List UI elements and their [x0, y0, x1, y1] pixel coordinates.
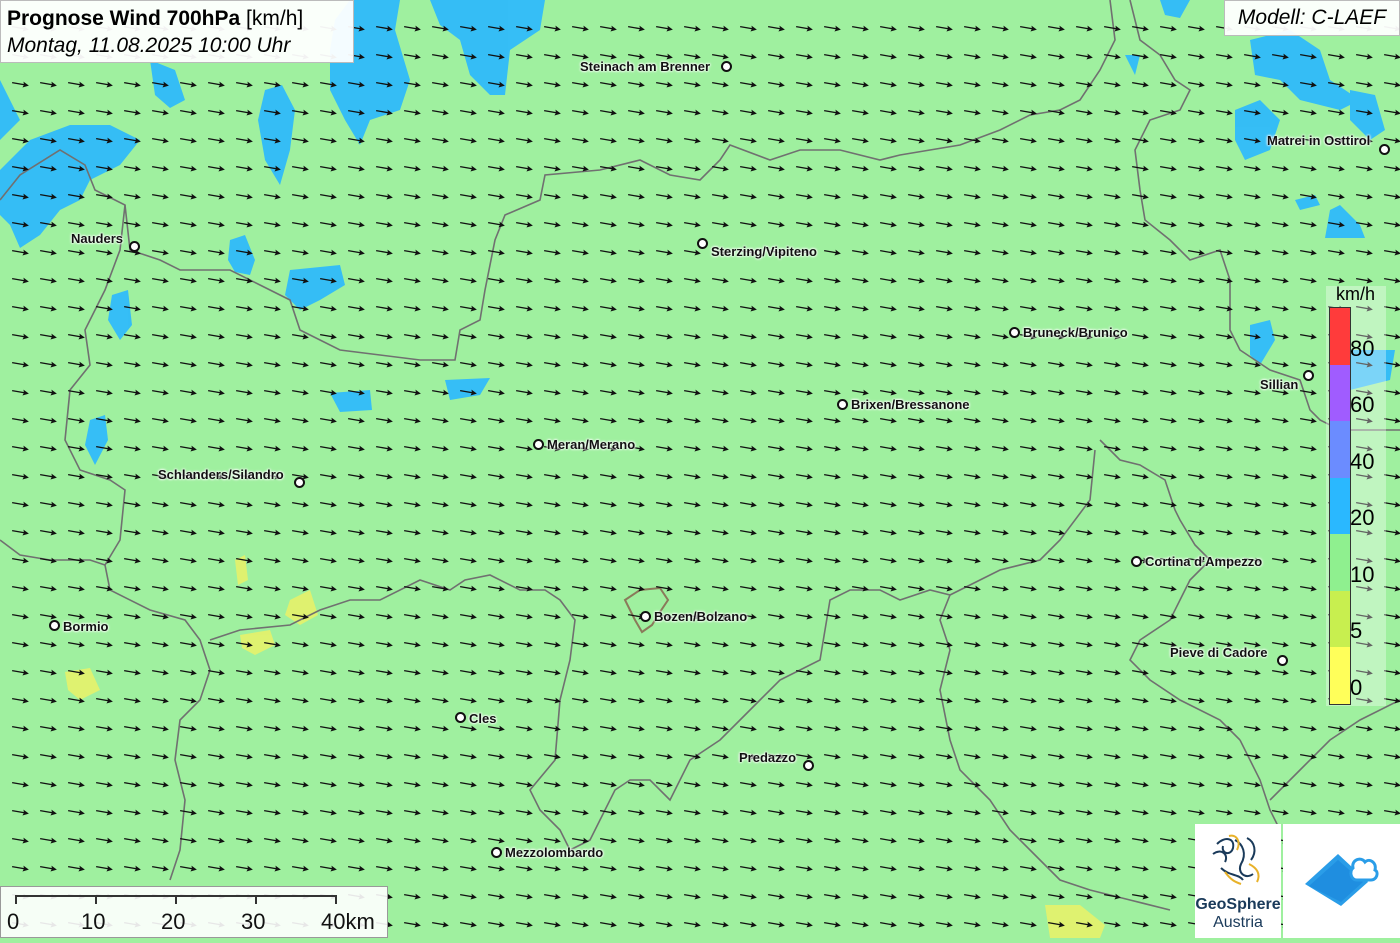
legend-swatch [1330, 534, 1350, 591]
city-marker[interactable] [1131, 556, 1142, 567]
city-marker[interactable] [640, 611, 651, 622]
city-marker[interactable] [721, 61, 732, 72]
scale-tick [175, 895, 177, 904]
legend-label: 60 [1350, 392, 1375, 417]
city-marker[interactable] [49, 620, 60, 631]
city-label: Bruneck/Brunico [1023, 325, 1128, 340]
city-label: Cles [469, 711, 497, 726]
scale-label: 20 [161, 909, 186, 934]
city-label: Sterzing/Vipiteno [711, 244, 817, 259]
city-marker[interactable] [1379, 144, 1390, 155]
city-label: Mezzolombardo [505, 845, 604, 860]
scale-bar: 0 10 20 30 40km [0, 886, 388, 938]
city-label: Brixen/Bressanone [851, 397, 970, 412]
city-marker[interactable] [533, 439, 544, 450]
city-marker[interactable] [294, 477, 305, 488]
city-label: Meran/Merano [547, 437, 636, 452]
scale-tick [95, 895, 97, 904]
city-label: Predazzo [739, 750, 797, 765]
city-label: Matrei in Osttirol [1267, 133, 1371, 148]
color-legend: km/h 80 60 40 20 10 5 0 [1326, 282, 1386, 706]
city-label: Nauders [71, 231, 124, 246]
legend-label: 40 [1350, 449, 1375, 474]
city-label: Pieve di Cadore [1170, 645, 1268, 660]
city-label: Bormio [63, 619, 109, 634]
legend-label: 0 [1350, 675, 1363, 700]
model-label: Modell: C-LAEF [1224, 0, 1400, 36]
scale-label: 0 [7, 909, 20, 934]
forecast-datetime: Montag, 11.08.2025 10:00 Uhr [7, 34, 291, 57]
legend-swatch [1330, 364, 1350, 421]
city-marker[interactable] [455, 712, 466, 723]
city-marker[interactable] [803, 760, 814, 771]
map-title: Prognose Wind 700hPa [km/h] [7, 7, 304, 30]
warnapp-logo[interactable] [1283, 824, 1400, 938]
legend-swatch [1330, 647, 1350, 704]
scale-label: 10 [81, 909, 106, 934]
city-label: Sillian [1260, 377, 1299, 392]
city-marker[interactable] [697, 238, 708, 249]
city-marker[interactable] [129, 241, 140, 252]
legend-label: 5 [1350, 618, 1363, 643]
scale-tick [255, 895, 257, 904]
scale-tick [335, 895, 337, 904]
legend-label: 20 [1350, 505, 1375, 530]
scale-tick [15, 895, 17, 904]
legend-label: 80 [1350, 336, 1375, 361]
legend-swatch [1330, 477, 1350, 534]
city-marker[interactable] [1303, 370, 1314, 381]
city-label: Schlanders/Silandro [158, 467, 284, 482]
city-label: Cortina d'Ampezzo [1145, 554, 1263, 569]
geosphere-swirl-icon [1212, 834, 1260, 885]
city-label: Bozen/Bolzano [654, 609, 748, 624]
legend-swatch [1330, 421, 1350, 478]
city-marker[interactable] [1277, 655, 1288, 666]
geosphere-logo-text: GeoSphere Austria [1195, 896, 1281, 931]
city-label: Steinach am Brenner [580, 59, 711, 74]
city-marker[interactable] [837, 399, 848, 410]
house-cloud-icon [1305, 854, 1379, 906]
legend-swatch [1330, 308, 1350, 365]
scale-label: 40km [321, 909, 375, 934]
legend-label: 10 [1350, 562, 1375, 587]
legend-swatch [1330, 590, 1350, 647]
scale-label: 30 [241, 909, 266, 934]
legend-color-bar [1329, 307, 1351, 705]
city-marker[interactable] [1009, 327, 1020, 338]
map-title-box: Prognose Wind 700hPa [km/h] Montag, 11.0… [0, 0, 354, 63]
city-marker[interactable] [491, 847, 502, 858]
legend-unit: km/h [1336, 284, 1376, 304]
geosphere-logo[interactable]: GeoSphere Austria [1195, 824, 1281, 938]
